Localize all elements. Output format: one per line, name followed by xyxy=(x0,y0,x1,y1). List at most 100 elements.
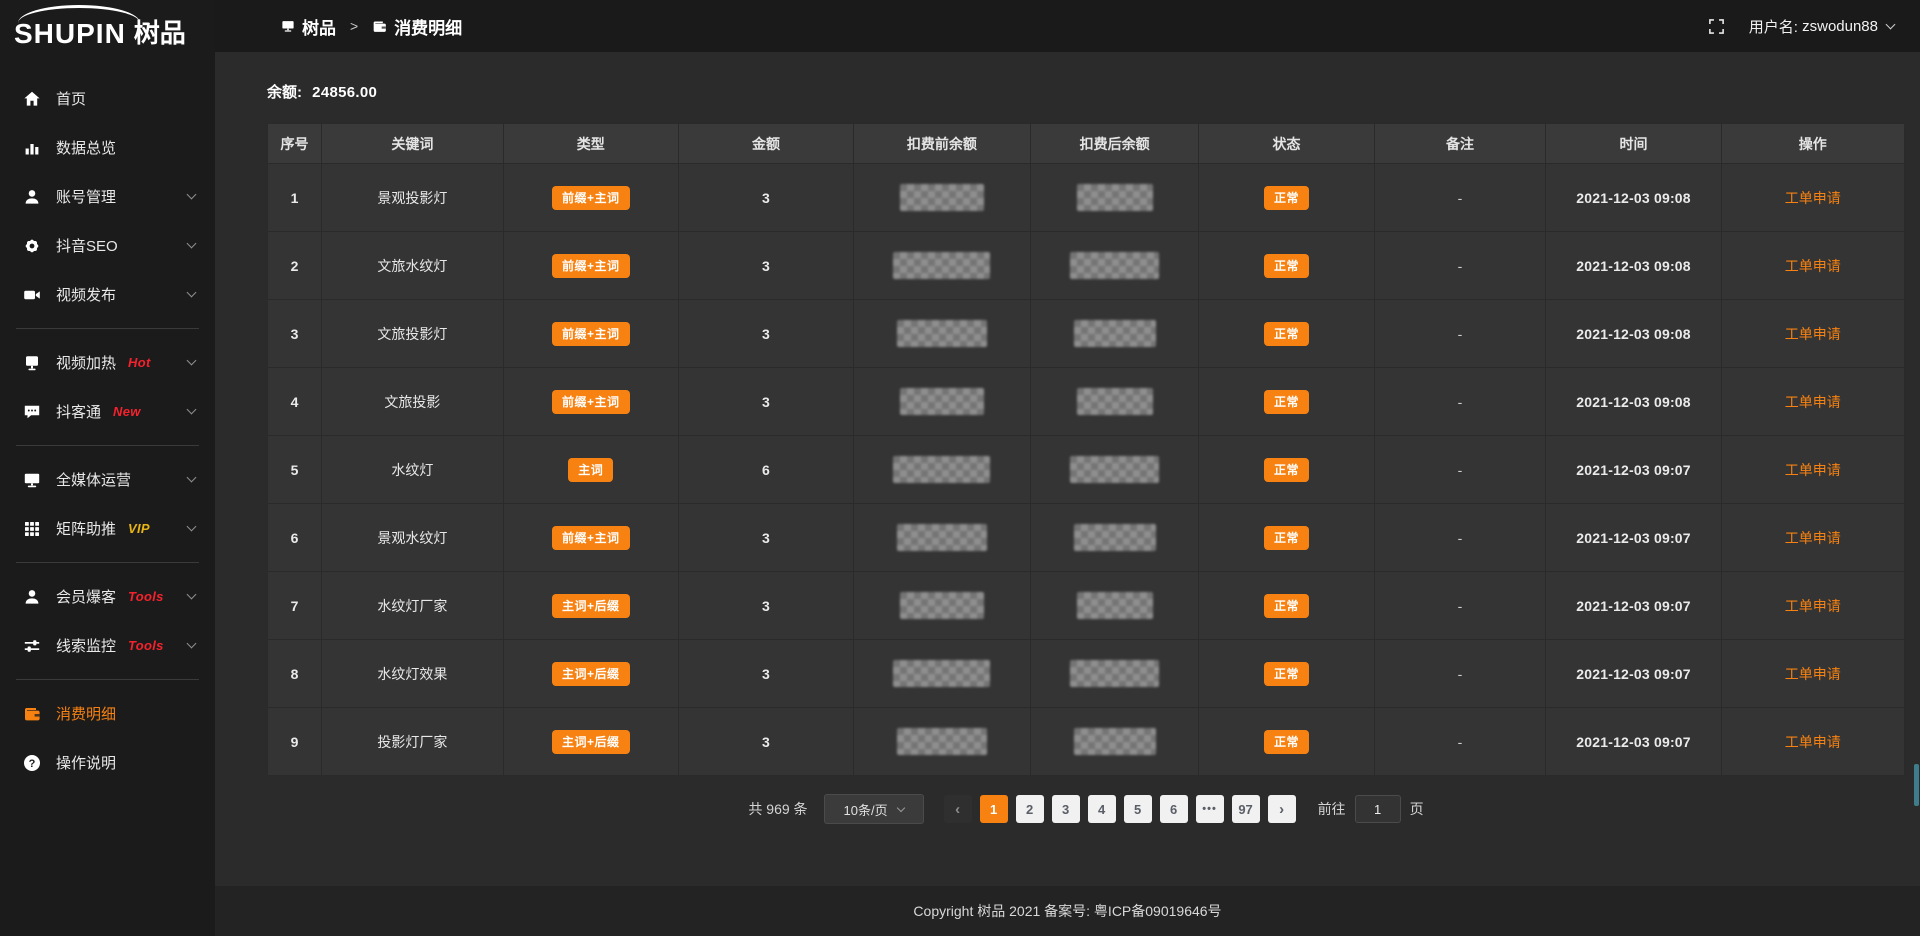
sidebar-item-label: 会员爆客 xyxy=(56,586,116,607)
copyright-text: Copyright 树品 2021 备案号: 粤ICP备09019646号 xyxy=(913,901,1221,921)
cell-type: 主词+后缀 xyxy=(503,572,678,640)
cell-amount: 3 xyxy=(678,368,853,436)
page-button-2[interactable]: 2 xyxy=(1016,795,1044,823)
cell-amount: 3 xyxy=(678,708,853,776)
app-logo: SHUPIN 树品 xyxy=(0,0,215,62)
sidebar-item-数据总览[interactable]: 数据总览 xyxy=(0,123,215,172)
sidebar-item-消费明细[interactable]: 消费明细 xyxy=(0,689,215,738)
goto-page-input[interactable] xyxy=(1355,795,1401,823)
work-order-link[interactable]: 工单申请 xyxy=(1785,258,1841,274)
column-header-状态: 状态 xyxy=(1199,124,1374,164)
table-row: 3文旅投影灯前缀+主词3正常-2021-12-03 09:08工单申请 xyxy=(268,300,1905,368)
chat-icon xyxy=(23,403,41,421)
work-order-link[interactable]: 工单申请 xyxy=(1785,666,1841,682)
pagination-total: 共 969 条 xyxy=(748,799,807,819)
sidebar-item-抖客通[interactable]: 抖客通New xyxy=(0,387,215,436)
sidebar-item-label: 账号管理 xyxy=(56,186,116,207)
sidebar-item-视频发布[interactable]: 视频发布 xyxy=(0,270,215,319)
logo-text-cn: 树品 xyxy=(134,13,186,50)
sidebar-item-首页[interactable]: 首页 xyxy=(0,74,215,123)
cell-remark: - xyxy=(1374,368,1546,436)
column-header-关键词: 关键词 xyxy=(322,124,504,164)
cell-action: 工单申请 xyxy=(1721,708,1904,776)
type-badge: 主词+后缀 xyxy=(552,730,630,754)
cell-keyword: 水纹灯效果 xyxy=(322,640,504,708)
svg-text:?: ? xyxy=(29,758,36,770)
page-button-4[interactable]: 4 xyxy=(1088,795,1116,823)
cell-action: 工单申请 xyxy=(1721,232,1904,300)
fullscreen-icon[interactable] xyxy=(1708,18,1725,35)
page-button-1[interactable]: 1 xyxy=(980,795,1008,823)
cell-amount: 3 xyxy=(678,572,853,640)
page-size-select[interactable]: 10条/页 xyxy=(824,794,924,824)
sidebar-item-label: 数据总览 xyxy=(56,137,116,158)
sidebar-item-label: 抖客通 xyxy=(56,401,101,422)
cell-balance-before xyxy=(854,504,1031,572)
work-order-link[interactable]: 工单申请 xyxy=(1785,394,1841,410)
sidebar-item-抖音SEO[interactable]: 抖音SEO xyxy=(0,221,215,270)
cell-keyword: 文旅投影 xyxy=(322,368,504,436)
goto-label: 前往 xyxy=(1318,799,1346,819)
cell-keyword: 投影灯厂家 xyxy=(322,708,504,776)
work-order-link[interactable]: 工单申请 xyxy=(1785,734,1841,750)
page-button-5[interactable]: 5 xyxy=(1124,795,1152,823)
redacted-balance-after xyxy=(1070,252,1159,279)
cell-index: 2 xyxy=(268,232,322,300)
cell-action: 工单申请 xyxy=(1721,164,1904,232)
cell-balance-after xyxy=(1030,640,1199,708)
sidebar-item-全媒体运营[interactable]: 全媒体运营 xyxy=(0,455,215,504)
breadcrumb-home-link[interactable]: 树品 xyxy=(302,14,336,39)
cell-time: 2021-12-03 09:07 xyxy=(1546,572,1721,640)
top-header: 树品 > 消费明细 用户名: zswodun88 xyxy=(215,0,1920,52)
page-button-6[interactable]: 6 xyxy=(1160,795,1188,823)
cell-balance-before xyxy=(854,232,1031,300)
cell-balance-after xyxy=(1030,164,1199,232)
cell-balance-after xyxy=(1030,300,1199,368)
monitor-icon xyxy=(23,471,41,489)
grid-icon xyxy=(23,520,41,538)
sidebar-item-账号管理[interactable]: 账号管理 xyxy=(0,172,215,221)
work-order-link[interactable]: 工单申请 xyxy=(1785,530,1841,546)
cell-status: 正常 xyxy=(1199,368,1374,436)
cell-index: 8 xyxy=(268,640,322,708)
sidebar-item-会员爆客[interactable]: 会员爆客Tools xyxy=(0,572,215,621)
page-button-3[interactable]: 3 xyxy=(1052,795,1080,823)
work-order-link[interactable]: 工单申请 xyxy=(1785,462,1841,478)
cell-type: 主词+后缀 xyxy=(503,640,678,708)
work-order-link[interactable]: 工单申请 xyxy=(1785,190,1841,206)
sidebar-item-视频加热[interactable]: 视频加热Hot xyxy=(0,338,215,387)
question-icon: ? xyxy=(23,754,41,772)
user-dropdown[interactable]: 用户名: zswodun88 xyxy=(1749,16,1894,37)
cell-status: 正常 xyxy=(1199,164,1374,232)
cell-balance-before xyxy=(854,436,1031,504)
redacted-balance-before xyxy=(900,592,984,619)
sidebar-item-矩阵助推[interactable]: 矩阵助推VIP xyxy=(0,504,215,553)
sidebar-item-操作说明[interactable]: ?操作说明 xyxy=(0,738,215,787)
next-page-button[interactable]: › xyxy=(1268,795,1296,823)
cell-remark: - xyxy=(1374,504,1546,572)
scrollbar-thumb[interactable] xyxy=(1914,764,1919,806)
work-order-link[interactable]: 工单申请 xyxy=(1785,598,1841,614)
cell-type: 前缀+主词 xyxy=(503,164,678,232)
prev-page-button[interactable]: ‹ xyxy=(944,795,972,823)
wallet-icon xyxy=(372,19,387,34)
username-label: 用户名: xyxy=(1749,16,1798,37)
chevron-down-icon xyxy=(187,190,197,200)
sidebar-item-线索监控[interactable]: 线索监控Tools xyxy=(0,621,215,670)
page-ellipsis-button[interactable]: ••• xyxy=(1196,795,1224,823)
cell-status: 正常 xyxy=(1199,504,1374,572)
work-order-link[interactable]: 工单申请 xyxy=(1785,326,1841,342)
cell-time: 2021-12-03 09:07 xyxy=(1546,436,1721,504)
type-badge: 主词+后缀 xyxy=(552,594,630,618)
cell-remark: - xyxy=(1374,232,1546,300)
sidebar-item-label: 首页 xyxy=(56,88,86,109)
app-root: SHUPIN 树品 首页数据总览账号管理抖音SEO视频发布视频加热Hot抖客通N… xyxy=(0,0,1920,936)
page-button-97[interactable]: 97 xyxy=(1232,795,1260,823)
cell-balance-after xyxy=(1030,368,1199,436)
cell-action: 工单申请 xyxy=(1721,504,1904,572)
cell-time: 2021-12-03 09:08 xyxy=(1546,232,1721,300)
chevron-down-icon xyxy=(187,288,197,298)
type-badge: 前缀+主词 xyxy=(552,254,630,278)
cell-type: 前缀+主词 xyxy=(503,504,678,572)
cell-action: 工单申请 xyxy=(1721,572,1904,640)
